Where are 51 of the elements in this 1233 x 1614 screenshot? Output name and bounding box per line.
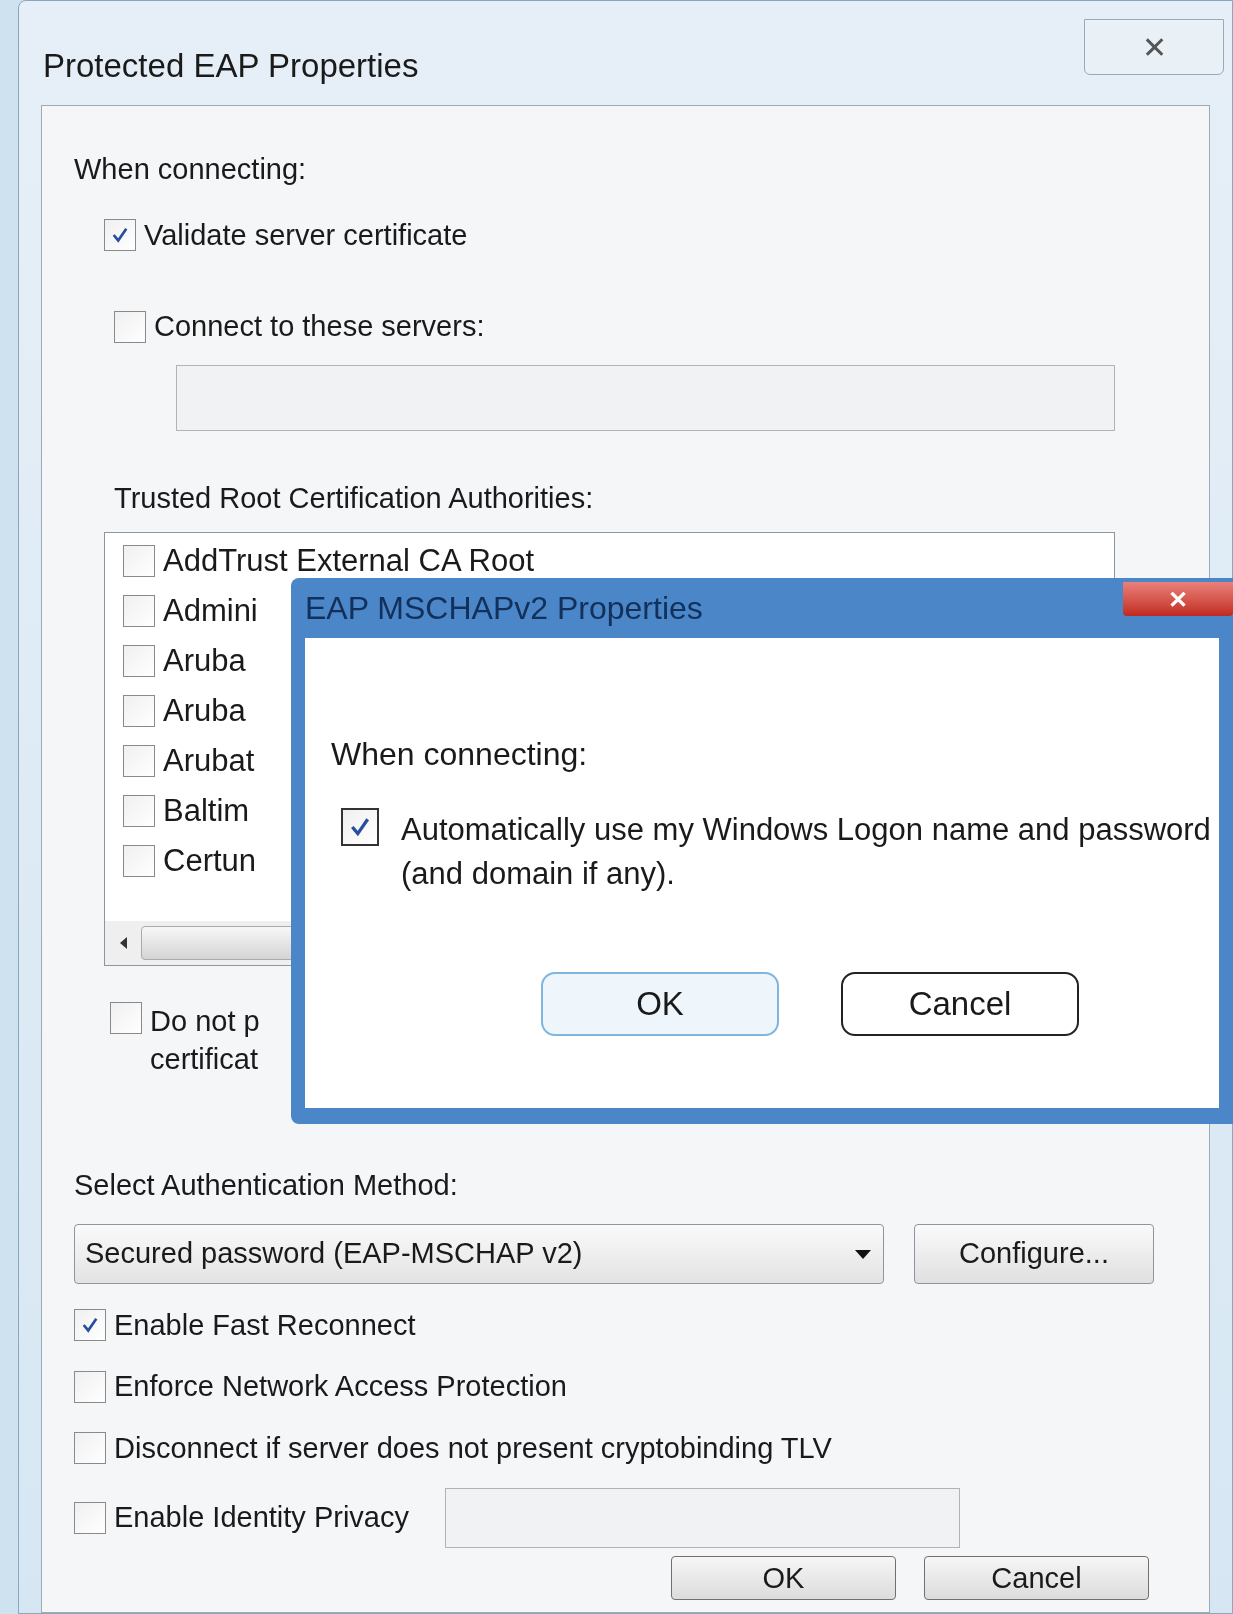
checkbox-label: Enforce Network Access Protection [114, 1369, 567, 1404]
checkbox[interactable] [114, 310, 146, 343]
method-dropdown[interactable]: Secured password (EAP-MSCHAP v2) [74, 1223, 884, 1284]
close-button[interactable]: ✕ [1084, 19, 1224, 75]
close-button[interactable]: ✕ [1123, 582, 1233, 616]
window-title: Protected EAP Properties [43, 46, 419, 86]
dialog-button[interactable]: OK [541, 972, 779, 1036]
checkbox[interactable] [74, 1370, 106, 1403]
checkbox-label: Disconnect if server does not present cryptobinding TLV [114, 1430, 832, 1466]
checkbox[interactable] [74, 1502, 106, 1534]
checkbox[interactable] [74, 1309, 106, 1342]
checkbox-label: Arubat [163, 743, 255, 779]
checkbox-label: Validate server certificate [144, 217, 468, 253]
checkbox[interactable] [110, 1002, 142, 1034]
section-label: When connecting: [74, 152, 308, 187]
checkbox-label: Admini [163, 593, 258, 629]
checkbox-label: Automatically use my Windows Logon name and password (and domain if any). [401, 811, 1211, 893]
checkbox[interactable] [123, 795, 155, 827]
check-icon [349, 816, 371, 838]
servers-field[interactable] [176, 364, 1115, 431]
checkbox[interactable] [123, 595, 155, 627]
checkbox-label: Enable Fast Reconnect [114, 1307, 416, 1343]
checkbox-label: Do not p [150, 1004, 260, 1039]
configure-button[interactable]: Configure... [914, 1223, 1154, 1284]
checkbox[interactable] [74, 1432, 106, 1465]
checkbox[interactable] [123, 645, 155, 677]
checkbox[interactable] [341, 808, 379, 846]
checkbox-label: certificat [150, 1042, 259, 1077]
dialog-title: EAP MSCHAPv2 Properties [305, 589, 703, 628]
checkbox-label: Enable Identity Privacy [114, 1500, 409, 1536]
checkbox[interactable] [123, 545, 155, 577]
dropdown-arrow-icon [853, 1247, 873, 1260]
check-icon [111, 226, 129, 245]
section-label: Trusted Root Certification Authorities: [114, 480, 595, 516]
section-label: Select Authentication Method: [74, 1168, 459, 1203]
check-icon [81, 1316, 99, 1335]
checkbox[interactable] [123, 695, 155, 727]
checkbox-label: Aruba [163, 693, 246, 729]
checkbox-label: Aruba [163, 643, 246, 679]
checkbox-label: AddTrust External CA Root [163, 543, 535, 579]
dialog-button[interactable]: OK [671, 1556, 896, 1600]
checkbox[interactable] [104, 219, 136, 252]
checkbox[interactable] [123, 845, 155, 877]
checkbox-label: Baltim [163, 793, 250, 829]
identity-field[interactable] [445, 1488, 960, 1548]
dialog-button[interactable]: Cancel [924, 1556, 1149, 1600]
checkbox-label: Certun [163, 843, 257, 879]
checkbox-label: Connect to these servers: [154, 309, 485, 344]
checkbox[interactable] [123, 745, 155, 777]
section-label: When connecting: [331, 735, 589, 774]
dialog-button[interactable]: Cancel [841, 972, 1079, 1036]
